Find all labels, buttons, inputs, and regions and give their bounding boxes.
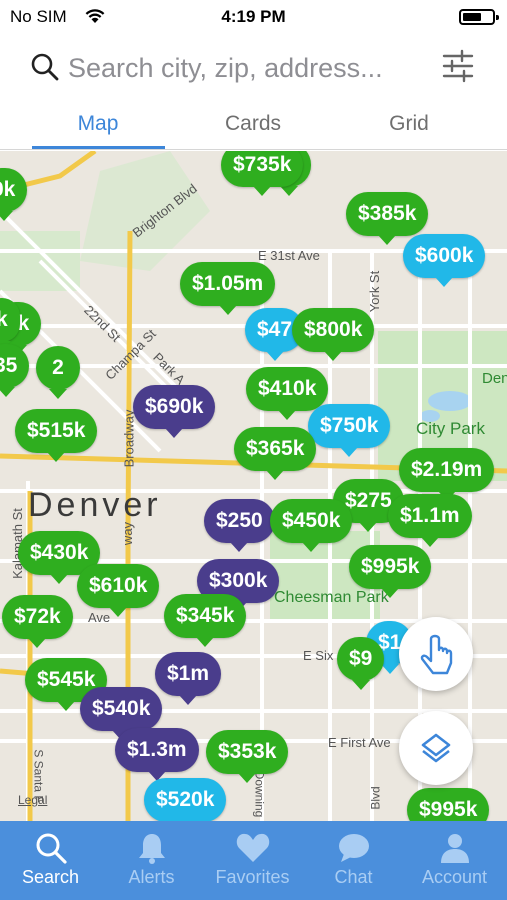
nav-label: Alerts [128, 867, 175, 887]
listing-pin[interactable]: $1.3m [115, 728, 199, 781]
listing-pin[interactable]: $365k [234, 427, 317, 480]
nav-chat[interactable]: Chat [303, 821, 404, 900]
map-view[interactable]: Brighton Blvd E 31st Ave York St 22nd St… [0, 151, 507, 821]
chat-bubble-icon [338, 834, 369, 862]
street-label: York St [367, 270, 383, 313]
street-label: E 31st Ave [258, 248, 320, 263]
hand-pointer-icon [420, 634, 453, 675]
tab-grid[interactable]: Grid [349, 112, 469, 136]
layers-icon [421, 733, 451, 763]
listing-pin[interactable]: $800k [292, 308, 375, 361]
nav-label: Search [21, 867, 80, 887]
search-bar [0, 34, 507, 100]
park-label: Cheesman Park [274, 589, 389, 606]
nav-search[interactable]: Search [0, 821, 101, 900]
nav-alerts[interactable]: Alerts [101, 821, 202, 900]
listing-pin[interactable]: $995k [407, 788, 490, 821]
listing-pin[interactable]: $9 [337, 637, 385, 690]
listing-pin[interactable]: $72k [2, 595, 73, 648]
nav-account[interactable]: Account [404, 821, 505, 900]
nav-label: Account [421, 867, 488, 887]
status-bar: No SIM 4:19 PM [0, 0, 507, 34]
street-label: way [120, 521, 136, 546]
person-icon [440, 834, 469, 863]
listing-pin[interactable]: $995k [349, 545, 432, 598]
legal-link[interactable]: Legal [18, 793, 47, 807]
map-layers-button[interactable] [399, 711, 473, 785]
park-label: City Park [416, 419, 485, 438]
nav-favorites[interactable]: Favorites [202, 821, 303, 900]
street-label: Ave [88, 610, 111, 625]
listing-pin[interactable]: $385k [346, 192, 429, 245]
search-icon [31, 53, 59, 81]
listing-pin[interactable]: $690k [133, 385, 216, 438]
listing-pin[interactable]: $515k [15, 409, 98, 462]
nav-label: Chat [334, 867, 373, 887]
bell-icon [138, 834, 165, 864]
search-input[interactable] [68, 50, 428, 86]
poi-label: Den [482, 370, 507, 387]
clock: 4:19 PM [221, 7, 286, 26]
listing-pin[interactable]: $735k [221, 151, 304, 196]
listing-pin[interactable]: $450k [270, 499, 353, 552]
listing-pin[interactable]: $600k [403, 234, 486, 287]
listing-pin[interactable]: $520k [144, 778, 227, 821]
tab-cards[interactable]: Cards [193, 112, 313, 136]
listing-cluster-pin[interactable]: 2 [36, 346, 80, 399]
bottom-tab-bar: Search Alerts Favorites Chat Account [0, 821, 507, 900]
tab-map[interactable]: Map [38, 112, 158, 136]
battery-icon [459, 9, 499, 25]
filter-sliders-icon[interactable] [440, 48, 476, 84]
listing-pin[interactable]: $1m [155, 652, 222, 705]
search-icon [36, 833, 67, 864]
listing-pin[interactable]: $1.05m [180, 262, 276, 315]
listing-pin[interactable]: $353k [206, 730, 289, 783]
listing-pin[interactable]: $250 [204, 499, 275, 552]
street-label: Broadway [121, 409, 137, 468]
active-tab-indicator [32, 146, 165, 149]
view-tabs: Map Cards Grid [0, 100, 507, 150]
heart-icon [236, 833, 269, 862]
listing-pin[interactable]: $410k [246, 367, 329, 420]
draw-area-button[interactable] [399, 617, 473, 691]
city-label: Denver [28, 486, 162, 524]
listing-pin[interactable]: $540k [80, 687, 163, 740]
street-label: E Six [303, 648, 334, 663]
listing-pin[interactable]: $610k [77, 564, 160, 617]
nav-label: Favorites [215, 867, 290, 887]
listing-pin[interactable]: $750k [308, 404, 391, 457]
listing-pin[interactable]: $345k [164, 594, 247, 647]
listing-pin[interactable]: $2.19m [399, 448, 495, 501]
street-label: Blvd [368, 786, 383, 810]
listing-pin[interactable]: $1.1m [388, 494, 472, 547]
street-label: E First Ave [328, 735, 391, 750]
